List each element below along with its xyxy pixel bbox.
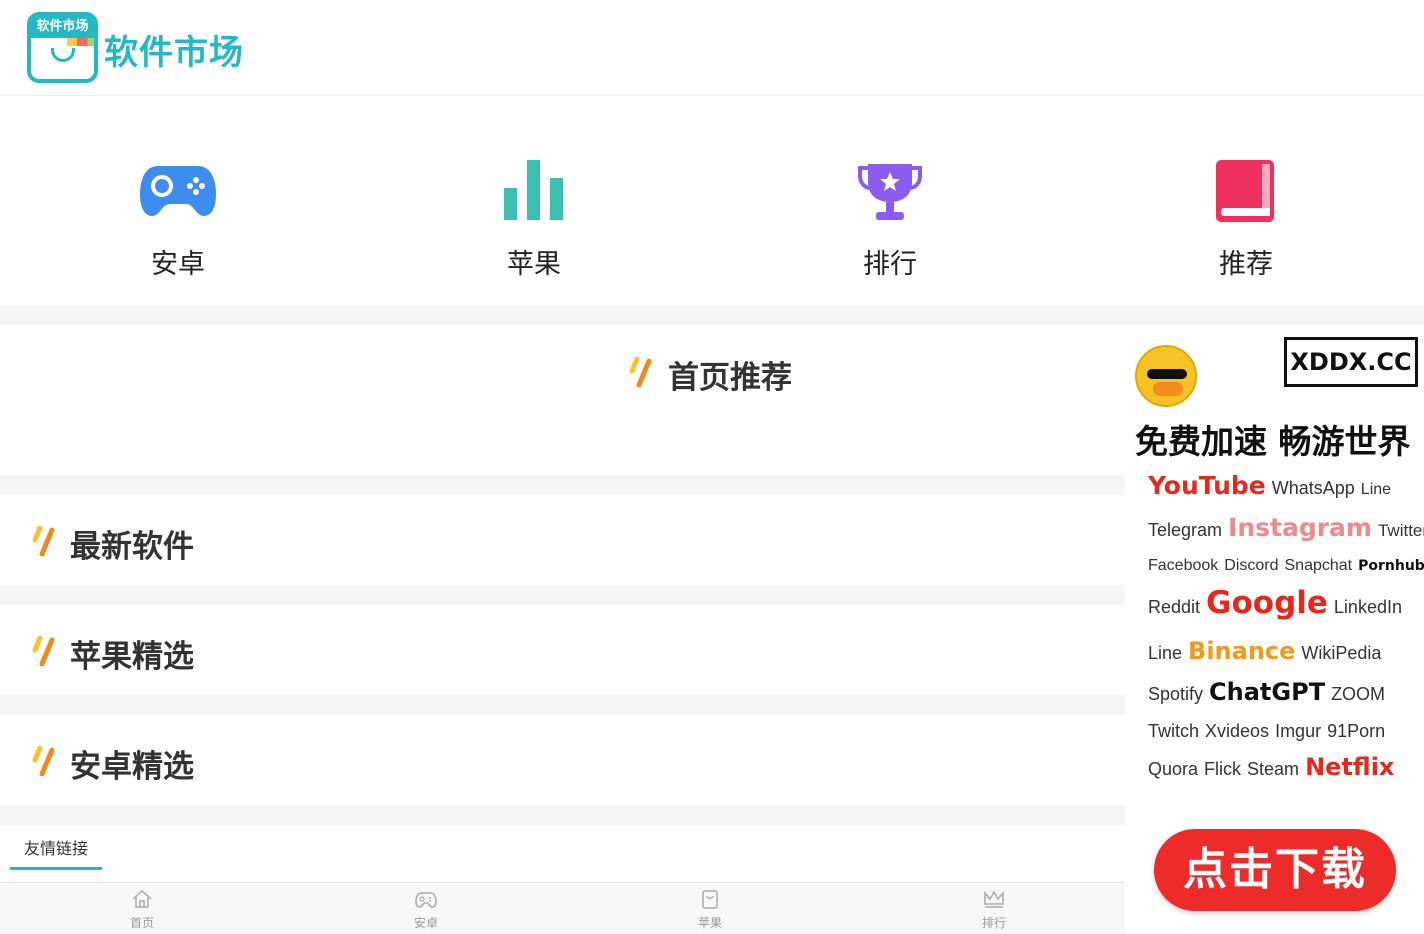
slash-icon (32, 636, 55, 666)
crown-icon (984, 890, 1004, 908)
tab-label: 安卓 (413, 916, 438, 930)
ad-brand: Xvideos (1205, 721, 1270, 741)
slash-icon (32, 746, 55, 776)
duck-mascot-icon (1135, 345, 1197, 407)
ad-brand: Spotify (1148, 684, 1204, 704)
ad-brand: Steam (1247, 759, 1300, 779)
home-icon (132, 889, 152, 908)
ad-brand: Flick (1204, 759, 1242, 779)
tab-ranking[interactable]: 排行 (852, 883, 1136, 934)
section-title: 首页推荐 (668, 360, 792, 396)
bag-icon (702, 890, 718, 909)
tab-label: 首页 (129, 916, 154, 930)
slash-icon (32, 526, 55, 556)
nav-item-ranking[interactable]: 排行 (712, 96, 1068, 305)
tab-apple[interactable]: 苹果 (568, 883, 852, 934)
apple-picks-section[interactable]: 苹果精选 (0, 605, 1125, 695)
ad-brand: Snapchat (1284, 557, 1353, 574)
logo-tag: 软件市场 (31, 16, 94, 38)
ad-brand: Line (1360, 481, 1392, 498)
sunglasses (1147, 369, 1187, 379)
nav-item-apple[interactable]: 苹果 (356, 96, 712, 305)
nav-label: 推荐 (1219, 249, 1273, 280)
header: 软件市场 软件市场 (0, 0, 1424, 96)
ad-brand: WikiPedia (1301, 643, 1382, 663)
friend-links-section: 友情链接 (0, 825, 1125, 883)
tab-label: 排行 (981, 916, 1006, 930)
section-title: 苹果精选 (70, 639, 194, 675)
category-nav: 安卓 苹果 排行 推荐 (0, 96, 1424, 305)
ad-brand-line: Quora Flick Steam Netflix (1148, 753, 1400, 781)
ad-brand: Facebook (1148, 557, 1219, 574)
ad-brand-line: Twitch Xvideos Imgur 91Porn (1148, 721, 1391, 742)
ad-brand: WhatsApp (1271, 478, 1355, 498)
ad-brand: ZOOM (1331, 684, 1386, 704)
ad-brand-line: YouTube WhatsApp Line (1148, 471, 1397, 500)
ad-brand: Instagram (1228, 513, 1372, 542)
tab-home[interactable]: 首页 (0, 883, 284, 934)
nav-label: 苹果 (507, 249, 561, 280)
tab-android[interactable]: 安卓 (284, 883, 568, 934)
logo-icon[interactable]: 软件市场 (27, 12, 98, 83)
tab-friend-links[interactable]: 友情链接 (10, 835, 102, 870)
gamepad-icon (140, 166, 216, 216)
bar-chart-icon (504, 160, 563, 220)
ad-brand: 91Porn (1327, 721, 1386, 741)
ad-brand: Netflix (1305, 753, 1395, 781)
ad-brand: Quora (1148, 759, 1199, 779)
trophy-icon (858, 164, 922, 220)
logo-text[interactable]: 软件市场 (104, 25, 244, 74)
ad-headline: 免费加速 畅游世界 (1135, 422, 1411, 461)
nav-label: 排行 (863, 249, 917, 280)
ad-brand: Telegram (1148, 520, 1223, 540)
bottom-tab-bar: 首页 安卓 苹果 排行 (0, 882, 1125, 933)
nav-label: 安卓 (151, 249, 205, 280)
ad-brand: ChatGPT (1209, 678, 1326, 706)
ad-brand: Discord (1224, 557, 1279, 574)
gamepad-icon (415, 892, 437, 908)
ad-brand: Twitch (1148, 721, 1200, 741)
section-title: 最新软件 (70, 529, 194, 565)
section-title: 安卓精选 (70, 749, 194, 785)
book-icon (1216, 160, 1274, 222)
ad-brand-line: Telegram Instagram Twitter (1148, 513, 1424, 542)
ad-brand-line: Reddit Google LinkedIn (1148, 585, 1408, 621)
ad-brand-line: Line Binance WikiPedia (1148, 637, 1387, 665)
slash-icon (629, 357, 652, 387)
tab-label: 苹果 (697, 916, 722, 930)
logo-smile (51, 48, 75, 62)
ad-brand-line: Spotify ChatGPT ZOOM (1148, 678, 1391, 706)
latest-section[interactable]: 最新软件 (0, 495, 1125, 585)
beak (1153, 382, 1183, 396)
ad-brand: Twitter (1377, 521, 1424, 540)
ad-brand: Line (1148, 643, 1183, 663)
ad-brand: Pornhub (1358, 558, 1424, 574)
download-button[interactable]: 点击下载 (1154, 829, 1396, 911)
home-recommend-section: 首页推荐 (0, 325, 1125, 475)
ad-brand: YouTube (1148, 471, 1266, 500)
android-picks-section[interactable]: 安卓精选 (0, 715, 1125, 805)
ad-brand-line: Facebook Discord Snapchat Pornhub (1148, 555, 1424, 575)
ad-brand: Binance (1188, 637, 1296, 665)
ad-brand: Reddit (1148, 597, 1201, 617)
nav-item-recommend[interactable]: 推荐 (1068, 96, 1424, 305)
ad-brand: Google (1206, 585, 1328, 621)
logo-stripes (67, 38, 94, 46)
nav-item-android[interactable]: 安卓 (0, 96, 356, 305)
vpn-advertisement[interactable]: XDDX.CC 免费加速 畅游世界 YouTube WhatsApp Line Te… (1125, 325, 1424, 933)
ad-badge: XDDX.CC (1284, 337, 1418, 387)
ad-brand: LinkedIn (1333, 597, 1402, 617)
ad-brand: Imgur (1275, 721, 1322, 741)
